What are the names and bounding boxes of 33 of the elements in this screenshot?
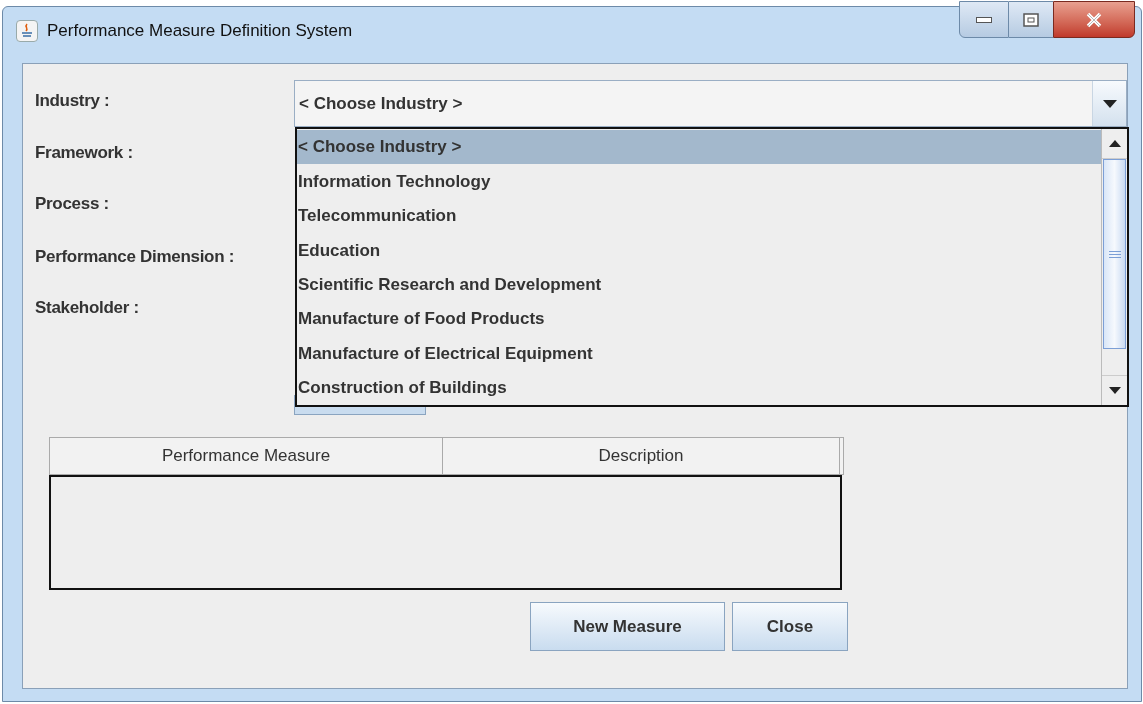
field-label: Framework : [35, 142, 134, 164]
dropdown-option[interactable]: Telecommunication [297, 198, 1101, 234]
combobox-value: < Choose Industry > [298, 92, 464, 115]
maximize-icon [1023, 12, 1039, 27]
dropdown-option[interactable]: Construction of Buildings [297, 370, 1101, 405]
field-label: Process : [35, 193, 110, 215]
close-icon [1085, 11, 1103, 28]
dropdown-option[interactable]: Scientific Research and Development [297, 267, 1101, 302]
minimize-icon [976, 16, 992, 23]
dialog-button[interactable]: Close [732, 602, 848, 651]
scroll-thumb[interactable] [1103, 159, 1126, 349]
caret-down-icon [1108, 387, 1121, 394]
caret-up-icon [1108, 140, 1121, 147]
minimize-button[interactable] [959, 1, 1009, 38]
grip-icon [1108, 250, 1121, 258]
field-label: Performance Dimension : [35, 246, 236, 268]
app-icon [16, 20, 38, 42]
dropdown-option[interactable]: Education [297, 233, 1101, 268]
column-header[interactable]: Description [443, 438, 840, 474]
maximize-button[interactable] [1009, 1, 1053, 38]
close-window-button[interactable] [1053, 1, 1135, 38]
column-header[interactable]: Performance Measure [50, 438, 443, 474]
dropdown-arrow-button[interactable] [1092, 81, 1126, 126]
dropdown-option[interactable]: < Choose Industry > [297, 130, 1101, 165]
dropdown-option[interactable]: Information Technology [297, 164, 1101, 199]
dropdown-option[interactable]: Manufacture of Food Products [297, 301, 1101, 337]
industry-combobox[interactable]: < Choose Industry > [294, 80, 1127, 127]
field-label: Stakeholder : [35, 297, 140, 319]
window-title: Performance Measure Definition System [47, 20, 353, 42]
caret-down-icon [1102, 99, 1117, 108]
dialog-button[interactable]: New Measure [530, 602, 725, 651]
dropdown-option[interactable]: Manufacture of Electrical Equipment [297, 336, 1101, 371]
field-label: Industry : [35, 90, 111, 112]
